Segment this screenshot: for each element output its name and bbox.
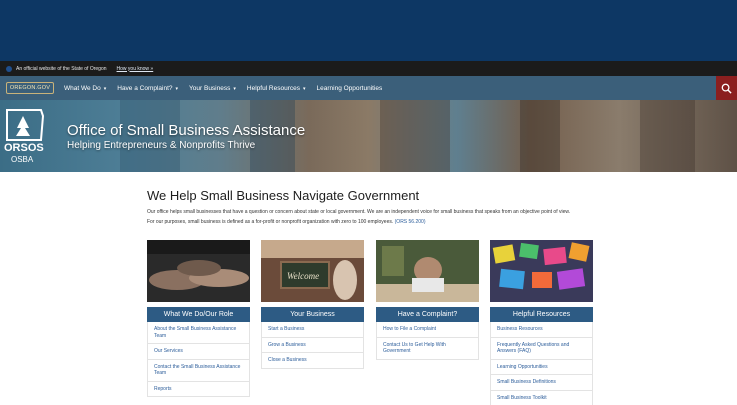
search-button[interactable]	[716, 76, 737, 100]
sticky-notes-image	[490, 240, 593, 302]
osba-logo-text: OSBA	[11, 155, 34, 164]
card-title: Your Business	[261, 307, 364, 322]
card-link[interactable]: Reports	[147, 381, 250, 397]
nav-item-have-a-complaint[interactable]: Have a Complaint? ▾	[117, 85, 178, 92]
page-subtitle: Helping Entrepreneurs & Nonprofits Thriv…	[67, 140, 256, 151]
chevron-down-icon: ▾	[103, 85, 107, 92]
oregon-flag-icon	[6, 65, 12, 72]
card-link[interactable]: About the Small Business Assistance Team	[147, 322, 250, 344]
welcome-sign-image: Welcome	[261, 240, 364, 302]
card-link[interactable]: Frequently Asked Questions and Answers (…	[490, 337, 593, 360]
chevron-down-icon: ▾	[303, 85, 306, 92]
chevron-down-icon: ▾	[175, 85, 179, 92]
page-title: Office of Small Business Assistance	[67, 122, 306, 139]
search-icon	[721, 83, 732, 94]
nav-item-helpful-resources[interactable]: Helpful Resources ▾	[247, 85, 306, 92]
svg-text:Welcome: Welcome	[287, 271, 319, 281]
top-blue-band	[0, 0, 737, 61]
main-navigation: OREGON.GOV What We Do ▾ Have a Complaint?…	[0, 76, 737, 100]
card-link[interactable]: Close a Business	[261, 353, 364, 369]
frustrated-person-image	[376, 240, 479, 302]
card-title: Helpful Resources	[490, 307, 593, 322]
how-you-know-link[interactable]: How you know »	[117, 66, 154, 72]
section-heading: We Help Small Business Navigate Governme…	[147, 188, 420, 203]
card-link[interactable]: Contact Us to Get Help With Government	[376, 337, 479, 360]
hands-together-image	[147, 240, 250, 302]
orsos-logo-text: ORSOS	[4, 142, 44, 154]
card-link[interactable]: Business Resources	[490, 322, 593, 338]
intro-paragraph: Our office helps small businesses that h…	[147, 209, 571, 215]
card-title: What We Do/Our Role	[147, 307, 250, 322]
card-link[interactable]: Our Services	[147, 344, 250, 360]
card-grid: What We Do/Our Role About the Small Busi…	[147, 240, 593, 405]
chevron-down-icon: ▾	[233, 85, 236, 92]
ors-link[interactable]: (ORS 56.200)	[395, 219, 426, 225]
official-site-text: An official website of the State of Oreg…	[16, 65, 107, 72]
card-link[interactable]: Grow a Business	[261, 337, 364, 353]
card-link[interactable]: How to File a Complaint	[376, 322, 479, 338]
hero-banner: ORSOS OSBA Office of Small Business Assi…	[0, 100, 737, 172]
intro-section: We Help Small Business Navigate Governme…	[147, 188, 593, 228]
card-link[interactable]: Start a Business	[261, 322, 364, 338]
card-link[interactable]: Small Business Toolkit	[490, 390, 593, 405]
card-title: Have a Complaint?	[376, 307, 479, 322]
nav-item-learning-opportunities[interactable]: Learning Opportunities	[317, 85, 383, 92]
card-link[interactable]: Learning Opportunities	[490, 359, 593, 375]
nav-item-your-business[interactable]: Your Business ▾	[189, 85, 236, 92]
card-what-we-do: What We Do/Our Role About the Small Busi…	[147, 240, 250, 397]
oregon-gov-logo[interactable]: OREGON.GOV	[6, 82, 54, 94]
purpose-paragraph: For our purposes, small business is defi…	[147, 218, 426, 225]
card-link[interactable]: Contact the Small Business Assistance Te…	[147, 359, 250, 382]
card-have-a-complaint: Have a Complaint? How to File a Complain…	[376, 240, 479, 360]
official-site-banner: An official website of the State of Oreg…	[0, 61, 737, 76]
card-link[interactable]: Small Business Definitions	[490, 375, 593, 391]
card-your-business: Welcome Your Business Start a Business G…	[261, 240, 364, 369]
card-helpful-resources: Helpful Resources Business Resources Fre…	[490, 240, 593, 405]
nav-items: What We Do ▾ Have a Complaint? ▾ Your Busi…	[64, 85, 393, 92]
nav-item-what-we-do[interactable]: What We Do ▾	[64, 85, 106, 92]
